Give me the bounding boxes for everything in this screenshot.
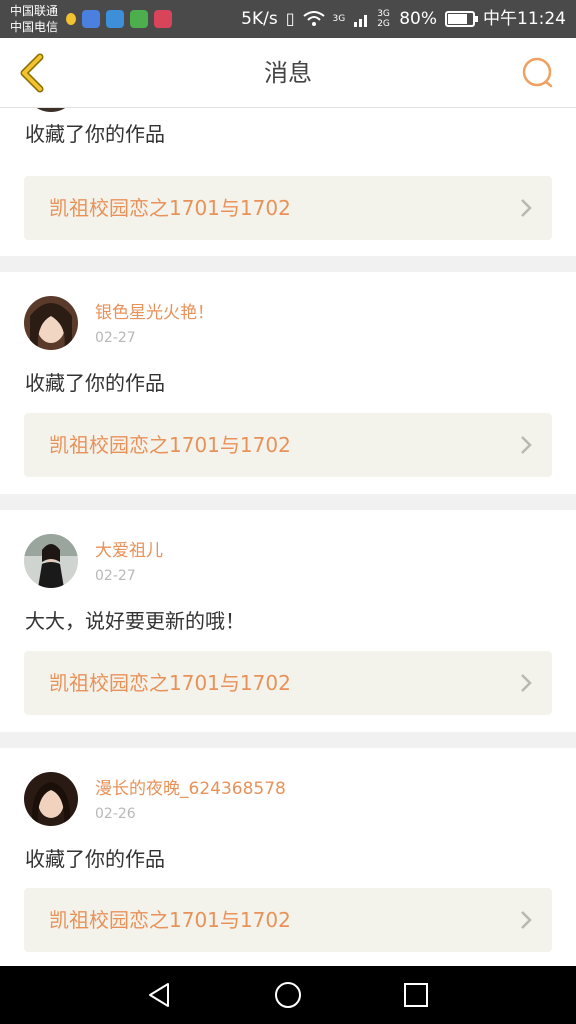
chevron-right-icon — [521, 199, 532, 217]
message-text: 收藏了你的作品 — [25, 847, 165, 871]
circle-home-icon — [275, 982, 301, 1008]
message-text: 收藏了你的作品 — [25, 122, 165, 146]
signal-2-label: 3G 2G — [377, 9, 390, 29]
work-link[interactable]: 凯祖校园恋之1701与1702 — [24, 176, 552, 240]
bulb-icon — [66, 13, 76, 25]
search-button[interactable] — [518, 52, 558, 94]
net-speed: 5K/s — [241, 9, 278, 29]
user-name[interactable]: 大爱祖儿 — [95, 540, 163, 562]
page-title: 消息 — [264, 59, 312, 87]
user-name[interactable]: 漫长的夜晚_624368578 — [95, 778, 286, 800]
wifi-icon — [302, 11, 325, 26]
avatar[interactable] — [24, 296, 78, 350]
notification-icons — [66, 10, 172, 28]
carrier-1: 中国联通 — [10, 4, 59, 18]
mail-app-icon — [106, 10, 124, 28]
work-link[interactable]: 凯祖校园恋之1701与1702 — [24, 651, 552, 715]
avatar[interactable] — [24, 108, 78, 112]
message-card: 漫长的夜晚_624368578 02-26 收藏了你的作品 凯祖校园恋之1701… — [0, 748, 576, 966]
video-app-icon — [154, 10, 172, 28]
status-right: 5K/s ▯ 3G 3G 2G 80% 中午11:24 — [241, 7, 566, 31]
system-recents-button[interactable] — [401, 980, 431, 1010]
chevron-right-icon — [521, 436, 532, 454]
status-bar: 中国联通 中国电信 5K/s ▯ 3G 3G 2G 80% 中午11:24 — [0, 0, 576, 38]
chevron-right-icon — [521, 674, 532, 692]
play-app-icon — [130, 10, 148, 28]
battery-icon — [445, 11, 478, 27]
carrier-2: 中国电信 — [10, 20, 59, 34]
message-card: 银色星光火艳！ 02-27 收藏了你的作品 凯祖校园恋之1701与1702 — [0, 272, 576, 494]
search-icon — [522, 57, 553, 88]
message-card: 大爱祖儿 02-27 大大，说好要更新的哦！ 凯祖校园恋之1701与1702 — [0, 510, 576, 732]
signal-bars-icon — [354, 15, 368, 27]
work-title: 凯祖校园恋之1701与1702 — [49, 908, 291, 932]
work-link[interactable]: 凯祖校园恋之1701与1702 — [24, 888, 552, 952]
signal-3g-label: 3G — [332, 14, 346, 24]
battery-percent: 80% — [399, 9, 437, 29]
system-nav-bar — [0, 966, 576, 1024]
vibrate-icon: ▯ — [285, 9, 295, 28]
work-link[interactable]: 凯祖校园恋之1701与1702 — [24, 413, 552, 477]
avatar[interactable] — [24, 772, 78, 826]
message-card: 收藏了你的作品 凯祖校园恋之1701与1702 — [0, 108, 576, 256]
clock: 中午11:24 — [483, 9, 566, 29]
system-back-button[interactable] — [144, 980, 174, 1010]
message-date: 02-27 — [95, 330, 136, 346]
paw-app-icon — [82, 10, 100, 28]
top-nav: 消息 — [0, 38, 576, 108]
message-text: 收藏了你的作品 — [25, 371, 165, 395]
message-date: 02-26 — [95, 806, 136, 822]
battery-fill — [448, 14, 467, 24]
message-text: 大大，说好要更新的哦！ — [25, 609, 245, 633]
work-title: 凯祖校园恋之1701与1702 — [49, 196, 291, 220]
avatar[interactable] — [24, 534, 78, 588]
carrier-info: 中国联通 中国电信 — [10, 3, 58, 35]
square-recents-icon — [404, 983, 428, 1007]
message-list[interactable]: 收藏了你的作品 凯祖校园恋之1701与1702 银色星光火艳！ 02-27 收藏… — [0, 108, 576, 966]
work-title: 凯祖校园恋之1701与1702 — [49, 671, 291, 695]
triangle-back-icon — [149, 983, 169, 1007]
system-home-button[interactable] — [273, 980, 303, 1010]
chevron-right-icon — [521, 911, 532, 929]
work-title: 凯祖校园恋之1701与1702 — [49, 433, 291, 457]
message-date: 02-27 — [95, 568, 136, 584]
user-name[interactable]: 银色星光火艳！ — [95, 302, 214, 324]
